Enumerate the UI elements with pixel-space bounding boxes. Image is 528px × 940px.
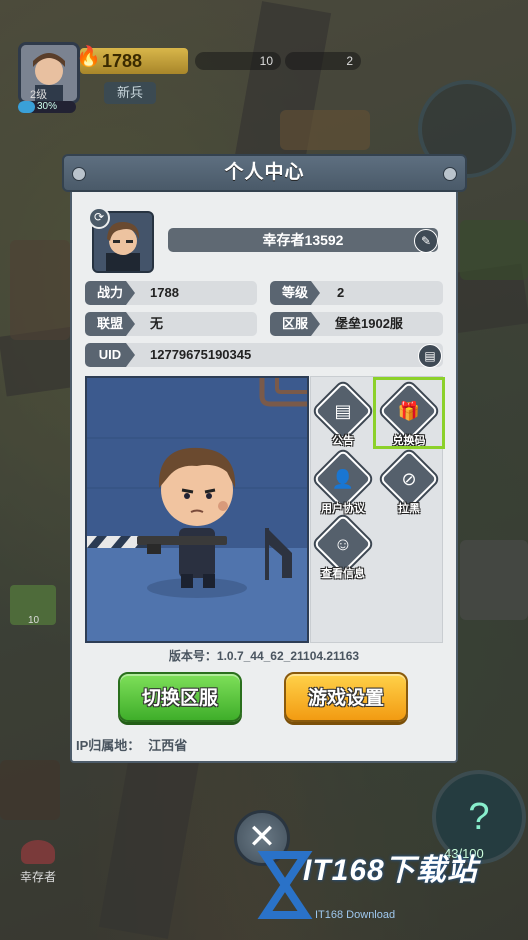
uid-label: UID — [85, 343, 135, 367]
blacklist-label: 拉黑 — [398, 503, 420, 515]
version-text: 版本号：1.0.7_44_62_21104.21163 — [168, 649, 360, 663]
exp-percent: 30% — [36, 101, 57, 112]
edit-name-icon[interactable]: ✎ — [414, 229, 438, 253]
ip-location: IP归属地： 江西省 — [76, 735, 187, 754]
view-info-label: 查看信息 — [321, 568, 365, 580]
switch-server-button[interactable]: 切换区服 — [118, 672, 242, 722]
alliance-label: 联盟 — [85, 312, 135, 336]
notice-button[interactable]: ▤ 公告 — [313, 381, 373, 450]
alliance-value: 无 — [150, 316, 164, 331]
blacklist-button[interactable]: ⊘ 拉黑 — [379, 449, 439, 518]
user-agreement-label: 用户协议 — [321, 503, 365, 515]
bolt-icon — [443, 167, 457, 181]
dialog-header: 个人中心 — [62, 154, 467, 192]
power-label: 战力 — [85, 281, 135, 305]
flame-icon: 🔥 — [76, 46, 101, 68]
rank-badge[interactable]: 新兵 — [104, 82, 156, 104]
watermark-text: IT168下载站 — [303, 854, 478, 887]
server-label: 区服 — [270, 312, 320, 336]
survivor-button[interactable]: 幸存者 — [8, 840, 68, 890]
game-settings-button[interactable]: 游戏设置 — [284, 672, 408, 722]
ip-label: IP归属地： — [76, 738, 141, 753]
agreement-icon: 👤 — [331, 469, 355, 489]
watermark: IT168下载站 IT168 Download — [255, 845, 520, 935]
level-value: 2 — [337, 285, 345, 300]
exp-bar-fill — [18, 101, 36, 113]
resource-a: 10 — [195, 52, 281, 70]
player-name: 幸存者13592 — [168, 228, 438, 252]
uid-value: 12779675190345 — [150, 347, 252, 362]
hud-level: 2级 — [30, 89, 48, 101]
watermark-subtext: IT168 Download — [315, 909, 396, 921]
survivor-icon — [21, 840, 55, 864]
user-agreement-button[interactable]: 👤 用户协议 — [313, 449, 373, 518]
view-info-button[interactable]: ☺ 查看信息 — [313, 514, 373, 583]
bolt-icon — [72, 167, 86, 181]
survivor-label: 幸存者 — [19, 870, 56, 884]
power-value: 1788 — [150, 285, 179, 300]
supply-count: 10 — [28, 615, 40, 626]
redeem-highlight — [373, 377, 445, 449]
dialog-title: 个人中心 — [224, 162, 305, 183]
supply-box[interactable]: 10 — [10, 585, 56, 626]
copy-uid-icon[interactable]: ▤ — [418, 344, 442, 368]
player-avatar-hud[interactable] — [18, 42, 80, 104]
swap-avatar-icon[interactable]: ⟳ — [88, 207, 110, 229]
uid-field — [85, 343, 443, 367]
exp-bar: 30% — [18, 101, 76, 113]
notice-icon: ▤ — [334, 401, 352, 421]
block-chat-icon: ⊘ — [401, 469, 417, 489]
level-label: 等级 — [270, 281, 320, 305]
server-value: 堡垒1902服 — [335, 316, 403, 331]
profile-info-icon: ☺ — [333, 534, 353, 554]
notice-label: 公告 — [332, 435, 354, 447]
resource-b: 2 — [285, 52, 361, 70]
ip-value: 江西省 — [148, 738, 188, 753]
character-display — [85, 376, 309, 643]
